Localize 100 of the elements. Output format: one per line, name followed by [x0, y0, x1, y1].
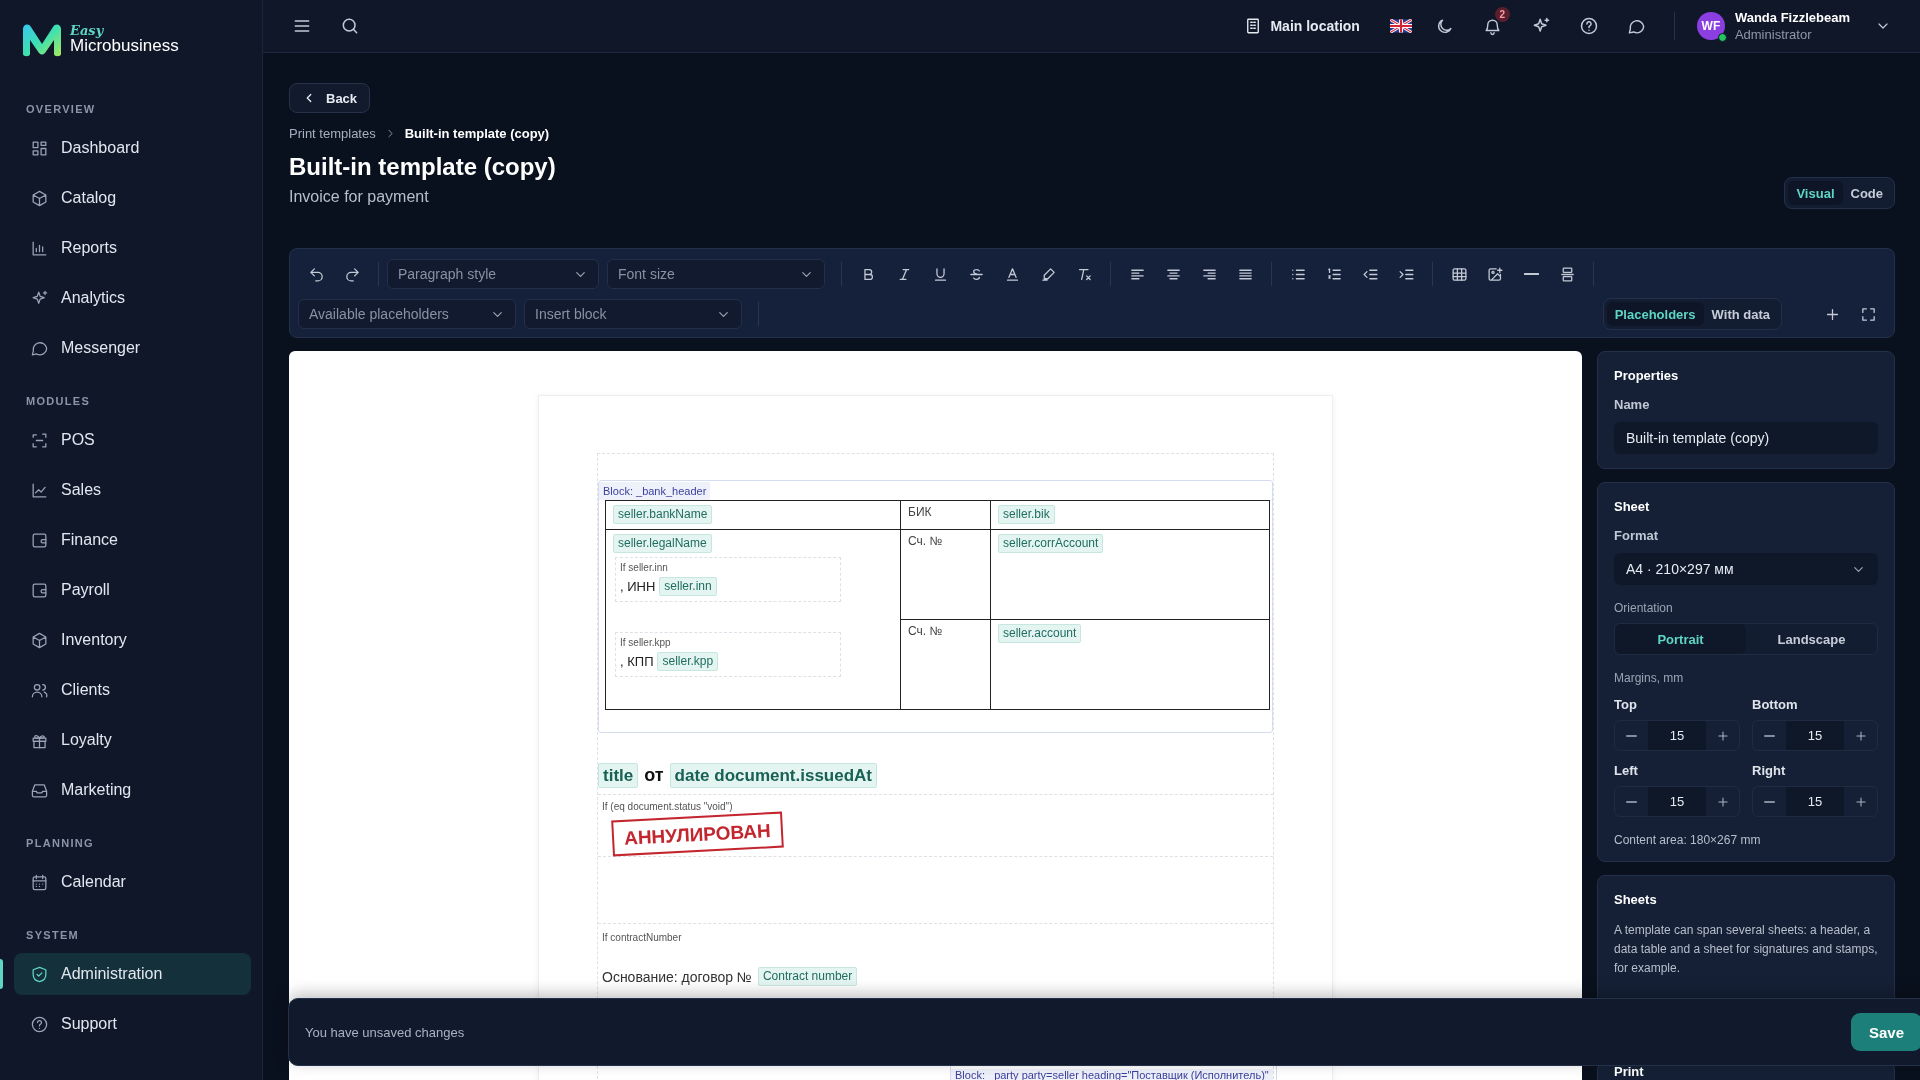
condition-label: If contractNumber: [602, 931, 682, 945]
flag-icon[interactable]: [1389, 19, 1412, 33]
field-label: Основание: договор №: [602, 968, 752, 985]
fullscreen-icon: [1859, 305, 1877, 323]
plus-icon: [1853, 728, 1868, 743]
shield-icon: [30, 964, 49, 984]
field-label: Orientation: [1614, 601, 1674, 615]
calendar-icon: [30, 872, 49, 892]
nav-item[interactable]: POS: [14, 419, 251, 461]
image-add-icon: [1486, 265, 1504, 283]
nav-item[interactable]: Clients: [14, 669, 251, 711]
font-size-select[interactable]: Font size: [607, 259, 825, 289]
user-role: Administrator: [1734, 26, 1813, 43]
nav-section-heading: SYSTEM: [26, 928, 81, 943]
heading-text: от: [644, 765, 664, 786]
minus-icon: [1626, 800, 1637, 803]
orientation-option[interactable]: Landscape: [1746, 624, 1877, 654]
table-cell: Сч. №: [900, 619, 991, 710]
nav-item[interactable]: Inventory: [14, 619, 251, 661]
nav-item[interactable]: Catalog: [14, 177, 251, 219]
sheets-description: A template can span several sheets: a header, a data table and a sheet for signatures and stamps, for example.: [1614, 922, 1878, 977]
page-subtitle: Invoice for payment: [289, 188, 430, 206]
card-title: Properties: [1614, 368, 1680, 383]
preview-mode-tab[interactable]: Placeholders: [1606, 302, 1704, 326]
nav-item[interactable]: Marketing: [14, 769, 251, 811]
bell-icon: [1483, 16, 1503, 36]
field-label: Name: [1614, 397, 1651, 412]
nav-item[interactable]: Finance: [14, 519, 251, 561]
card-title: Sheets: [1614, 892, 1658, 907]
unsaved-message: You have unsaved changes: [305, 1024, 465, 1040]
back-button[interactable]: Back: [289, 83, 371, 113]
breadcrumb-current: Built-in template (copy): [404, 126, 550, 141]
nav-item[interactable]: Analytics: [14, 277, 251, 319]
view-mode-tab[interactable]: Visual: [1788, 181, 1843, 205]
nav-section-heading: MODULES: [26, 394, 92, 409]
nav-item[interactable]: Payroll: [14, 569, 251, 611]
package-icon: [30, 630, 49, 650]
value-field[interactable]: 15: [1786, 787, 1844, 816]
highlighter-icon: [1039, 265, 1057, 283]
active-indicator: [0, 959, 3, 989]
view-mode-tab[interactable]: Code: [1842, 181, 1891, 205]
placeholder-tag[interactable]: seller.legalName: [613, 534, 712, 553]
table-icon: [1450, 265, 1468, 283]
value-field[interactable]: 15: [1786, 721, 1844, 750]
placeholder-tag[interactable]: seller.bik: [998, 505, 1055, 524]
avatar[interactable]: WF: [1696, 12, 1725, 40]
preview-mode-tab[interactable]: With data: [1703, 302, 1778, 326]
paragraph-style-select[interactable]: Paragraph style: [387, 259, 599, 289]
format-select[interactable]: A4 · 210×297 мм: [1614, 553, 1878, 585]
plus-icon: [1715, 794, 1730, 809]
location-button[interactable]: Main location: [1244, 17, 1360, 35]
card-title: Print: [1614, 1064, 1645, 1079]
redo-icon: [343, 265, 361, 283]
nav-item[interactable]: Calendar: [14, 861, 251, 903]
nav-item[interactable]: Sales: [14, 469, 251, 511]
placeholder-tag[interactable]: seller.kpp: [657, 652, 719, 671]
field-label: , КПП: [620, 654, 654, 669]
placeholder-tag[interactable]: seller.inn: [659, 577, 717, 596]
insert-block-select[interactable]: Insert block: [524, 299, 742, 329]
logo-tagline: Easy: [70, 23, 104, 37]
condition-label: If (eq document.status "void"): [602, 800, 733, 814]
field-label: Top: [1614, 697, 1638, 712]
card-title: Sheet: [1614, 499, 1651, 514]
minus-icon: [1764, 734, 1775, 737]
user-name: Wanda Fizzlebeam: [1734, 9, 1850, 26]
nav-section-heading: PLANNING: [26, 836, 95, 851]
moon-icon: [1435, 16, 1455, 36]
plus-icon: [1715, 728, 1730, 743]
field-label: Format: [1614, 528, 1660, 543]
table-cell: БИК: [900, 500, 991, 530]
logo-name: Microbusiness: [70, 36, 179, 54]
placeholder-tag[interactable]: seller.corrAccount: [998, 534, 1104, 553]
page-title: Built-in template (copy): [289, 153, 556, 181]
placeholder-tag[interactable]: seller.bankName: [613, 505, 713, 524]
title-placeholder[interactable]: title: [598, 763, 639, 788]
nav-item[interactable]: Dashboard: [14, 127, 251, 169]
orientation-option[interactable]: Portrait: [1615, 624, 1746, 654]
value-field[interactable]: 15: [1648, 721, 1706, 750]
value-field[interactable]: 15: [1648, 787, 1706, 816]
placeholder-tag[interactable]: seller.account: [998, 624, 1082, 643]
table-cell: Сч. №: [900, 529, 991, 620]
breadcrumb-link[interactable]: Print templates: [289, 126, 376, 141]
field-label: Margins, mm: [1614, 671, 1685, 685]
nav-item[interactable]: Reports: [14, 227, 251, 269]
placeholders-select[interactable]: Available placeholders: [298, 299, 516, 329]
minus-icon: [1764, 800, 1775, 803]
undo-icon: [307, 265, 325, 283]
field-label: , ИНН: [620, 579, 656, 594]
name-field[interactable]: Built-in template (copy): [1614, 422, 1878, 454]
field-label: Right: [1752, 763, 1787, 778]
nav-item[interactable]: Support: [14, 1003, 251, 1045]
save-button[interactable]: Save: [1850, 1013, 1920, 1051]
date-placeholder[interactable]: date document.issuedAt: [669, 763, 878, 788]
search-icon: [340, 16, 360, 36]
nav-item[interactable]: Loyalty: [14, 719, 251, 761]
block-label: Block: _bank_header: [599, 482, 711, 500]
notification-badge: 2: [1494, 7, 1510, 22]
nav-item[interactable]: Messenger: [14, 327, 251, 369]
placeholder-tag[interactable]: Contract number: [757, 967, 858, 986]
content-area-text: Content area: 180×267 mm: [1614, 833, 1762, 847]
